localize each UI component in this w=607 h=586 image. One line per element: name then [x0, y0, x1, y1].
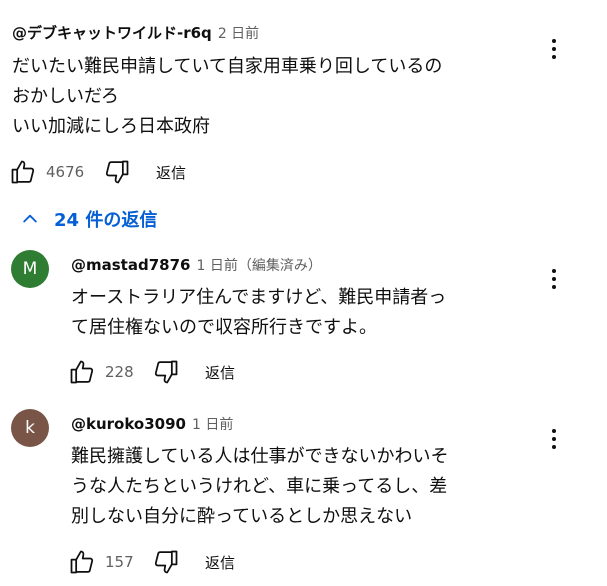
reply-author[interactable]: @kuroko3090 — [71, 415, 186, 433]
like-count: 228 — [105, 363, 134, 381]
reply-time[interactable]: 1 日前 — [192, 414, 233, 434]
reply-body: オーストラリア住んでますけど、難民申請者っ て居住権ないので収容所行きですよ。 — [71, 283, 446, 343]
reply-body: 難民擁護している人は仕事ができないかわいそ うな人たちというけれど、車に乗ってる… — [71, 442, 448, 532]
comment-header: @デブキャットワイルド-r6q 2 日前 — [12, 22, 259, 43]
comment-author[interactable]: @デブキャットワイルド-r6q — [12, 22, 212, 43]
comment-line: いい加減にしろ日本政府 — [12, 116, 210, 137]
more-actions-button[interactable] — [544, 34, 564, 64]
reply-button[interactable]: 返信 — [205, 362, 235, 383]
like-button[interactable] — [67, 547, 97, 577]
reply-line: うな人たちというけれど、車に乗ってるし、差 — [71, 476, 448, 497]
reply-line: 別しない自分に酔っているとしか思えない — [71, 506, 413, 527]
comment-line: おかしいだろ — [12, 86, 119, 107]
thumbs-down-icon — [154, 360, 178, 384]
more-actions-button[interactable] — [544, 264, 564, 294]
reply-header: @mastad7876 1 日前（編集済み） — [71, 255, 322, 275]
avatar[interactable]: k — [11, 409, 49, 447]
reply-line: 難民擁護している人は仕事ができないかわいそ — [71, 446, 449, 467]
more-actions-button[interactable] — [544, 424, 564, 454]
thumbs-down-icon — [105, 160, 129, 184]
reply-line: オーストラリア住んでますけど、難民申請者っ — [71, 287, 447, 308]
comment-time[interactable]: 2 日前 — [218, 23, 259, 43]
reply-line: て居住権ないので収容所行きですよ。 — [71, 317, 377, 338]
thumbs-up-icon — [70, 550, 94, 574]
replies-toggle[interactable]: 24 件の返信 — [20, 206, 157, 232]
thumbs-up-icon — [11, 160, 35, 184]
dislike-button[interactable] — [151, 547, 181, 577]
reply-button[interactable]: 返信 — [205, 552, 235, 573]
avatar[interactable]: M — [11, 250, 49, 288]
reply-actions: 228 返信 — [67, 357, 235, 387]
comment-body: だいたい難民申請していて自家用車乗り回しているの おかしいだろ いい加減にしろ日… — [12, 52, 442, 142]
like-button[interactable] — [8, 157, 38, 187]
dislike-button[interactable] — [151, 357, 181, 387]
reply-author[interactable]: @mastad7876 — [71, 256, 190, 274]
reply-header: @kuroko3090 1 日前 — [71, 414, 233, 434]
reply-time[interactable]: 1 日前（編集済み） — [196, 255, 321, 275]
reply-actions: 157 返信 — [67, 547, 235, 577]
reply-button[interactable]: 返信 — [156, 162, 186, 183]
chevron-up-icon — [23, 214, 37, 223]
replies-count-label: 24 件の返信 — [54, 210, 158, 231]
dislike-button[interactable] — [102, 157, 132, 187]
thumbs-down-icon — [154, 550, 178, 574]
comment-line: だいたい難民申請していて自家用車乗り回しているの — [12, 56, 443, 77]
thumbs-up-icon — [70, 360, 94, 384]
comment-actions: 4676 返信 — [8, 157, 186, 187]
like-count: 157 — [105, 553, 134, 571]
like-button[interactable] — [67, 357, 97, 387]
like-count: 4676 — [46, 163, 85, 181]
